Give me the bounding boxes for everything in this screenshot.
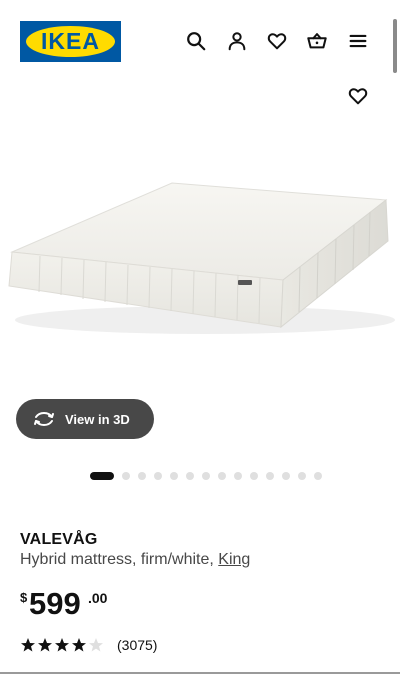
account-icon[interactable] xyxy=(225,29,249,53)
product-description: Hybrid mattress, firm/white, King xyxy=(20,551,250,569)
carousel-dot[interactable] xyxy=(90,472,114,480)
price-currency: $ xyxy=(20,590,28,605)
carousel-dot[interactable] xyxy=(202,472,210,480)
favourites-icon[interactable] xyxy=(265,29,289,53)
carousel-dot[interactable] xyxy=(170,472,178,480)
star-filled-icon xyxy=(55,638,69,652)
review-count[interactable]: (3075) xyxy=(117,637,157,653)
carousel-dot[interactable] xyxy=(154,472,162,480)
ikea-logo[interactable]: IKEA xyxy=(20,21,121,62)
star-filled-icon xyxy=(72,638,86,652)
rotate-3d-icon xyxy=(34,412,54,426)
carousel-dot[interactable] xyxy=(282,472,290,480)
price-integer: 599 xyxy=(29,586,81,621)
save-to-favourites-icon[interactable] xyxy=(346,84,370,108)
carousel-dot[interactable] xyxy=(186,472,194,480)
carousel-dot[interactable] xyxy=(138,472,146,480)
rating-stars xyxy=(20,637,105,653)
carousel-dot[interactable] xyxy=(234,472,242,480)
view-in-3d-label: View in 3D xyxy=(65,411,130,427)
site-header: IKEA xyxy=(0,0,400,80)
star-filled-icon xyxy=(21,638,35,652)
carousel-dot[interactable] xyxy=(314,472,322,480)
carousel-dot[interactable] xyxy=(266,472,274,480)
carousel-dot[interactable] xyxy=(298,472,306,480)
image-carousel-indicator[interactable] xyxy=(90,471,330,481)
view-in-3d-button[interactable]: View in 3D xyxy=(16,399,154,439)
logo-text: IKEA xyxy=(41,28,100,54)
menu-icon[interactable] xyxy=(346,29,370,53)
search-icon[interactable] xyxy=(184,29,208,53)
size-link[interactable]: King xyxy=(218,551,250,568)
carousel-dot[interactable] xyxy=(122,472,130,480)
carousel-dot[interactable] xyxy=(218,472,226,480)
product-rating[interactable]: (3075) xyxy=(20,637,157,653)
star-empty-icon xyxy=(89,638,103,652)
price-decimal: .00 xyxy=(88,590,108,606)
scrollbar[interactable] xyxy=(393,19,397,73)
product-description-text: Hybrid mattress, firm/white, xyxy=(20,551,214,568)
star-filled-icon xyxy=(38,638,52,652)
product-name: VALEVÅG xyxy=(20,531,98,548)
cart-icon[interactable] xyxy=(305,29,329,53)
carousel-dot[interactable] xyxy=(250,472,258,480)
product-image[interactable] xyxy=(0,150,400,370)
